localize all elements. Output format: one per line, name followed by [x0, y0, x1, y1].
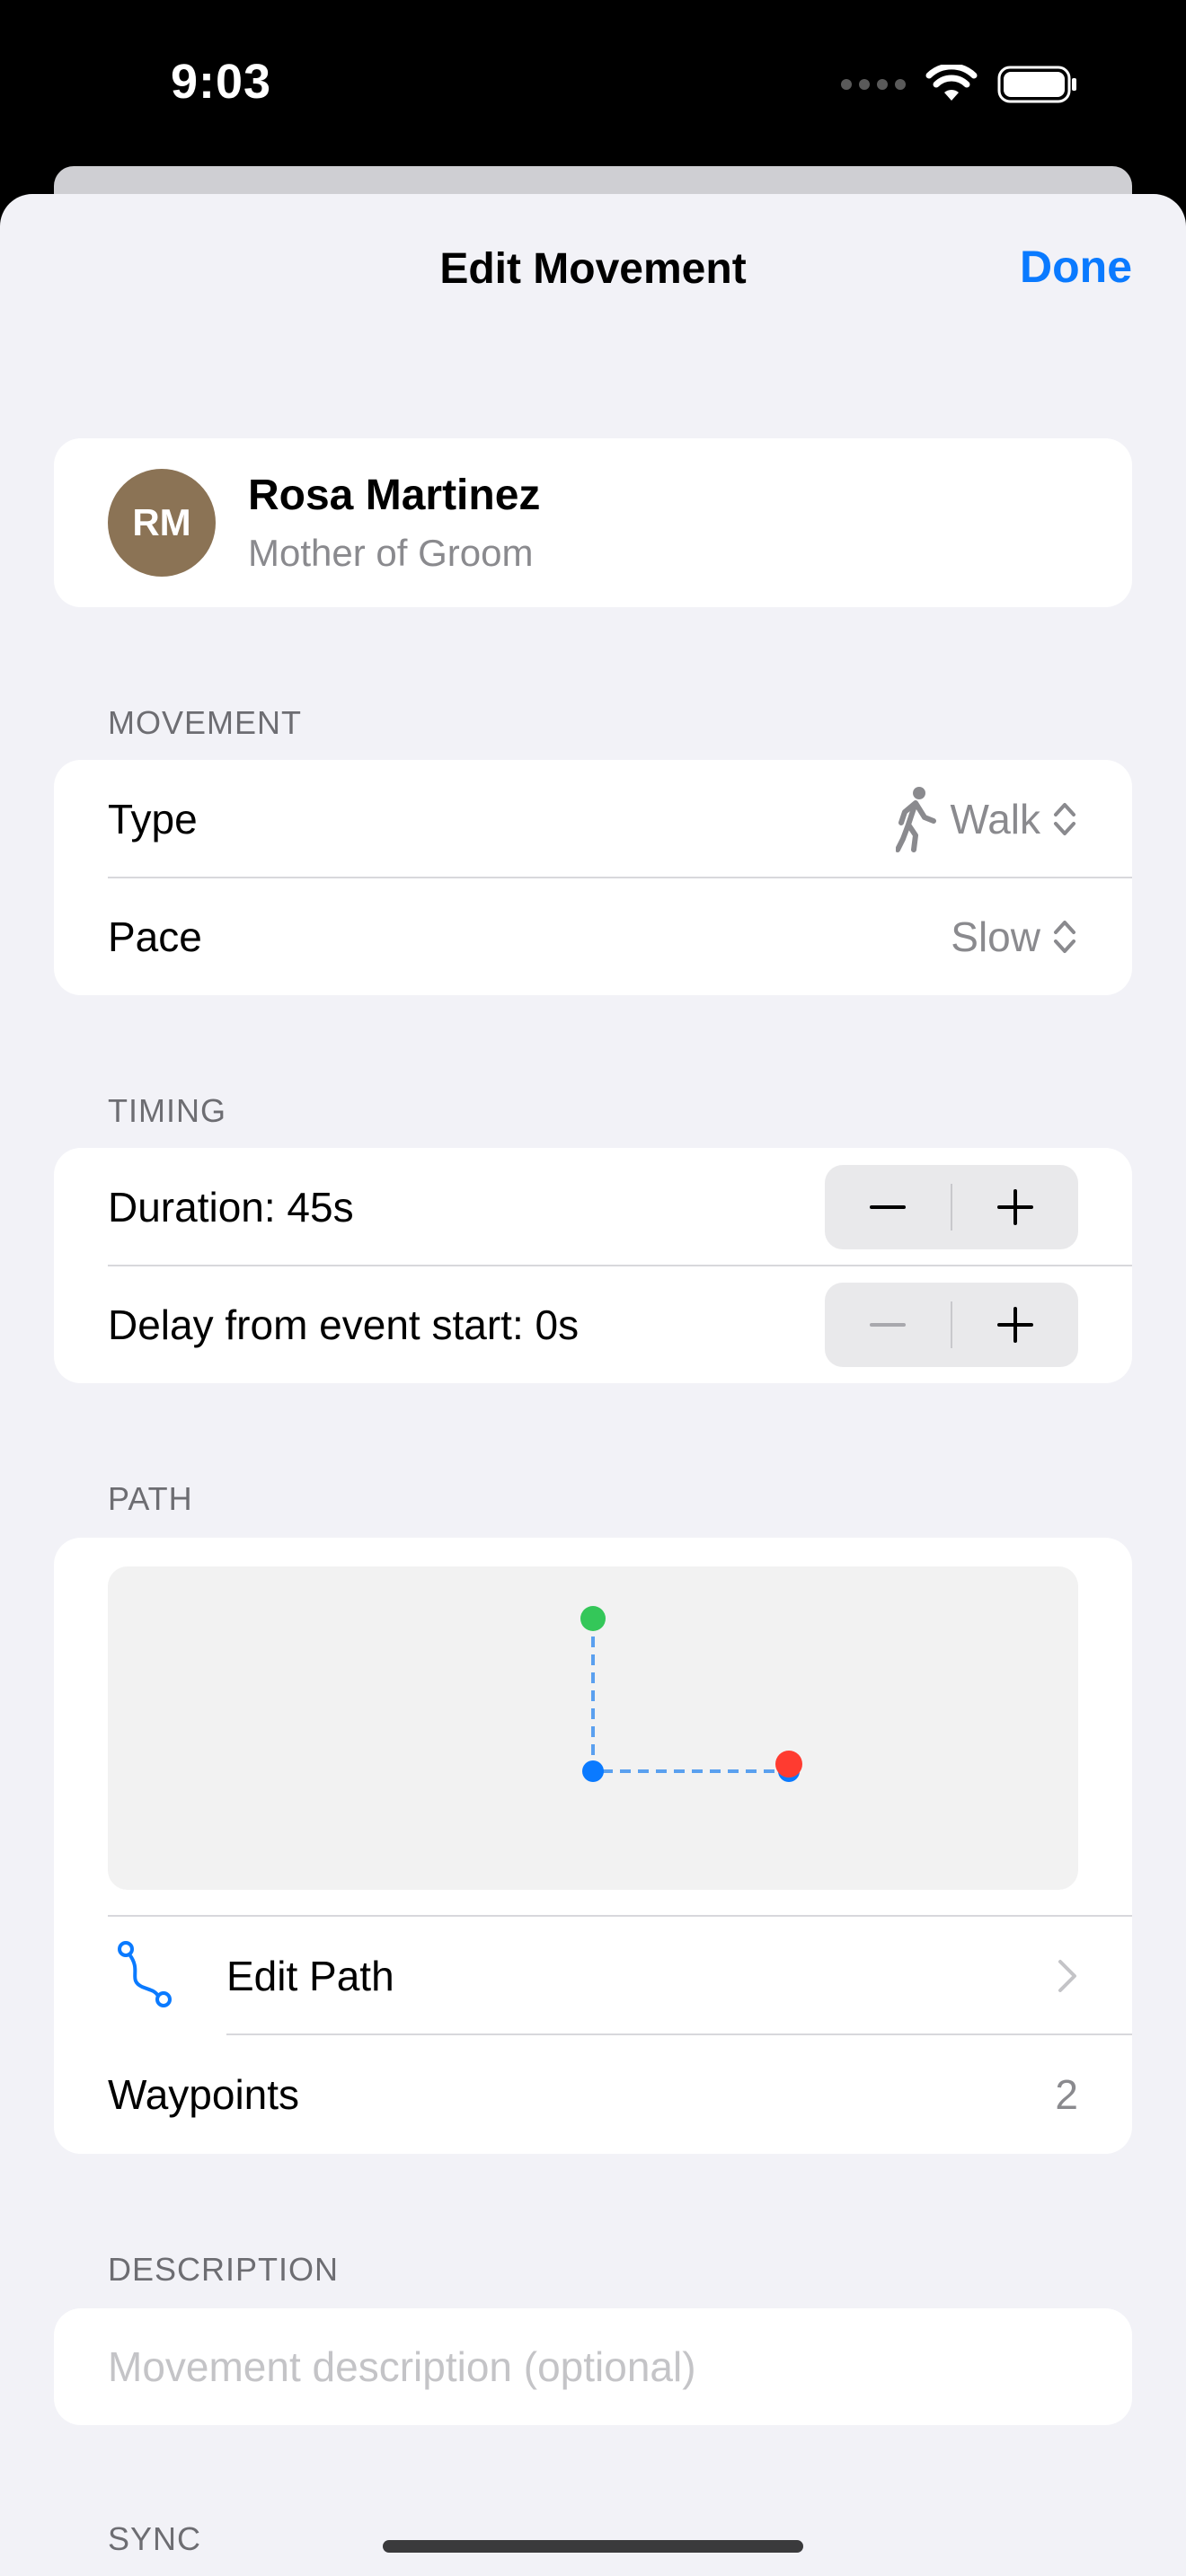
edit-path-label: Edit Path — [226, 1952, 394, 1999]
plus-icon — [997, 1188, 1033, 1225]
duration-row: Duration: 45s — [54, 1148, 1132, 1266]
start-waypoint — [580, 1606, 606, 1631]
nav-title: Edit Movement — [439, 245, 747, 293]
status-icons — [841, 65, 1078, 104]
minus-icon — [870, 1322, 906, 1327]
description-placeholder: Movement description (optional) — [108, 2343, 696, 2390]
delay-decrement-button[interactable] — [825, 1283, 951, 1367]
person-card: RM Rosa Martinez Mother of Groom — [54, 438, 1132, 607]
battery-icon — [997, 66, 1076, 103]
section-header-path: PATH — [108, 1480, 193, 1517]
done-button[interactable]: Done — [1020, 241, 1132, 293]
path-icon — [118, 1941, 172, 2007]
pace-value: Slow — [951, 913, 1040, 960]
waypoints-count: 2 — [1055, 2070, 1078, 2118]
minus-icon — [870, 1204, 906, 1209]
pace-label: Pace — [108, 913, 202, 960]
pace-row[interactable]: Pace Slow — [54, 878, 1132, 995]
delay-row: Delay from event start: 0s — [54, 1266, 1132, 1383]
path-preview[interactable] — [108, 1566, 1078, 1890]
duration-increment-button[interactable] — [952, 1165, 1078, 1249]
pace-picker[interactable]: Slow — [951, 913, 1078, 961]
plus-icon — [997, 1306, 1033, 1343]
description-field[interactable]: Movement description (optional) — [54, 2308, 1132, 2425]
waypoints-label: Waypoints — [108, 2070, 300, 2118]
section-header-timing: TIMING — [108, 1092, 226, 1129]
status-time: 9:03 — [171, 55, 272, 109]
duration-label: Duration: 45s — [108, 1183, 354, 1231]
edit-movement-sheet: Edit Movement Done RM Rosa Martinez Moth… — [0, 194, 1186, 2576]
type-value: Walk — [950, 795, 1040, 842]
duration-decrement-button[interactable] — [825, 1165, 951, 1249]
waypoints-row: Waypoints 2 — [54, 2035, 1132, 2153]
avatar: RM — [108, 469, 216, 577]
walk-icon — [896, 786, 937, 852]
delay-increment-button[interactable] — [952, 1283, 1078, 1367]
section-header-sync: SYNC — [108, 2520, 202, 2557]
home-indicator — [383, 2540, 803, 2553]
path-card: Edit Path Waypoints 2 — [54, 1538, 1132, 2154]
person-role: Mother of Groom — [248, 532, 534, 574]
chevron-updown-icon — [1054, 802, 1075, 835]
type-row[interactable]: Type Walk — [54, 760, 1132, 878]
path-diagram — [580, 1606, 802, 1782]
end-waypoint — [775, 1751, 802, 1778]
status-bar: 9:03 — [0, 0, 1186, 171]
chevron-updown-icon — [1054, 920, 1075, 953]
type-picker[interactable]: Walk — [896, 785, 1078, 853]
duration-stepper[interactable] — [825, 1164, 1078, 1249]
person-name: Rosa Martinez — [248, 472, 541, 519]
delay-stepper[interactable] — [825, 1282, 1078, 1367]
type-label: Type — [108, 795, 198, 842]
movement-card: Type Walk Pace Slow — [54, 760, 1132, 995]
timing-card: Duration: 45s Delay from event start: 0s — [54, 1148, 1132, 1383]
section-header-movement: MOVEMENT — [108, 704, 303, 741]
wifi-icon — [925, 65, 978, 101]
delay-label: Delay from event start: 0s — [108, 1301, 580, 1348]
section-header-description: DESCRIPTION — [108, 2251, 340, 2288]
waypoint — [582, 1760, 604, 1782]
signal-icon — [841, 79, 906, 90]
chevron-right-icon — [1058, 1960, 1076, 1992]
edit-path-row[interactable]: Edit Path — [54, 1917, 1132, 2034]
